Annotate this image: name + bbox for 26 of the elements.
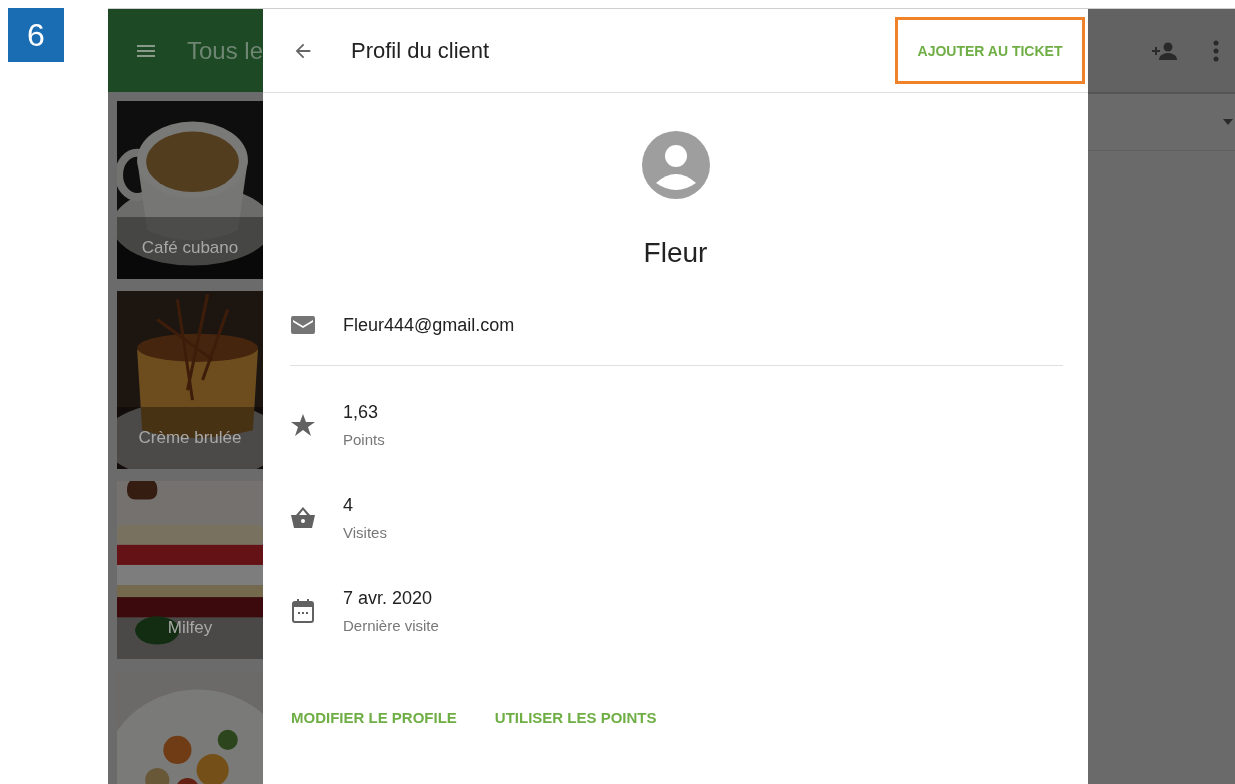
customer-name: Fleur bbox=[643, 237, 708, 269]
calendar-icon bbox=[291, 599, 315, 623]
more-options-icon[interactable] bbox=[1213, 39, 1219, 62]
stat-value: 7 avr. 2020 bbox=[343, 588, 434, 609]
tile-label: Café cubano bbox=[117, 217, 263, 279]
dialog-title: Profil du client bbox=[351, 37, 491, 64]
basket-icon bbox=[291, 507, 315, 529]
star-icon bbox=[291, 413, 315, 437]
text-button[interactable]: MODIFIER LE PROFILE bbox=[283, 701, 465, 734]
add-to-ticket-button[interactable]: AJOUTER AU TICKET bbox=[895, 17, 1085, 84]
customer-email: Fleur444@gmail.com bbox=[343, 314, 515, 336]
stat-label: Points bbox=[343, 431, 385, 448]
text-button[interactable]: UTILISER LES POINTS bbox=[486, 701, 665, 734]
app-title: Tous le bbox=[186, 36, 263, 65]
menu-icon[interactable] bbox=[137, 44, 155, 57]
stat-value: 1,63 bbox=[343, 402, 380, 423]
stat-label: Visites bbox=[343, 524, 387, 541]
avatar-icon bbox=[641, 131, 710, 199]
stat-value: 4 bbox=[343, 495, 354, 516]
tile-label: Crème brulée bbox=[117, 407, 263, 469]
step-badge: 6 bbox=[8, 8, 64, 62]
tile-label: Milfey bbox=[117, 597, 263, 659]
add-person-icon[interactable] bbox=[1151, 41, 1177, 60]
stat-label: Dernière visite bbox=[343, 617, 439, 634]
envelope-icon bbox=[291, 315, 315, 335]
dropdown-caret-icon[interactable] bbox=[1223, 119, 1233, 125]
